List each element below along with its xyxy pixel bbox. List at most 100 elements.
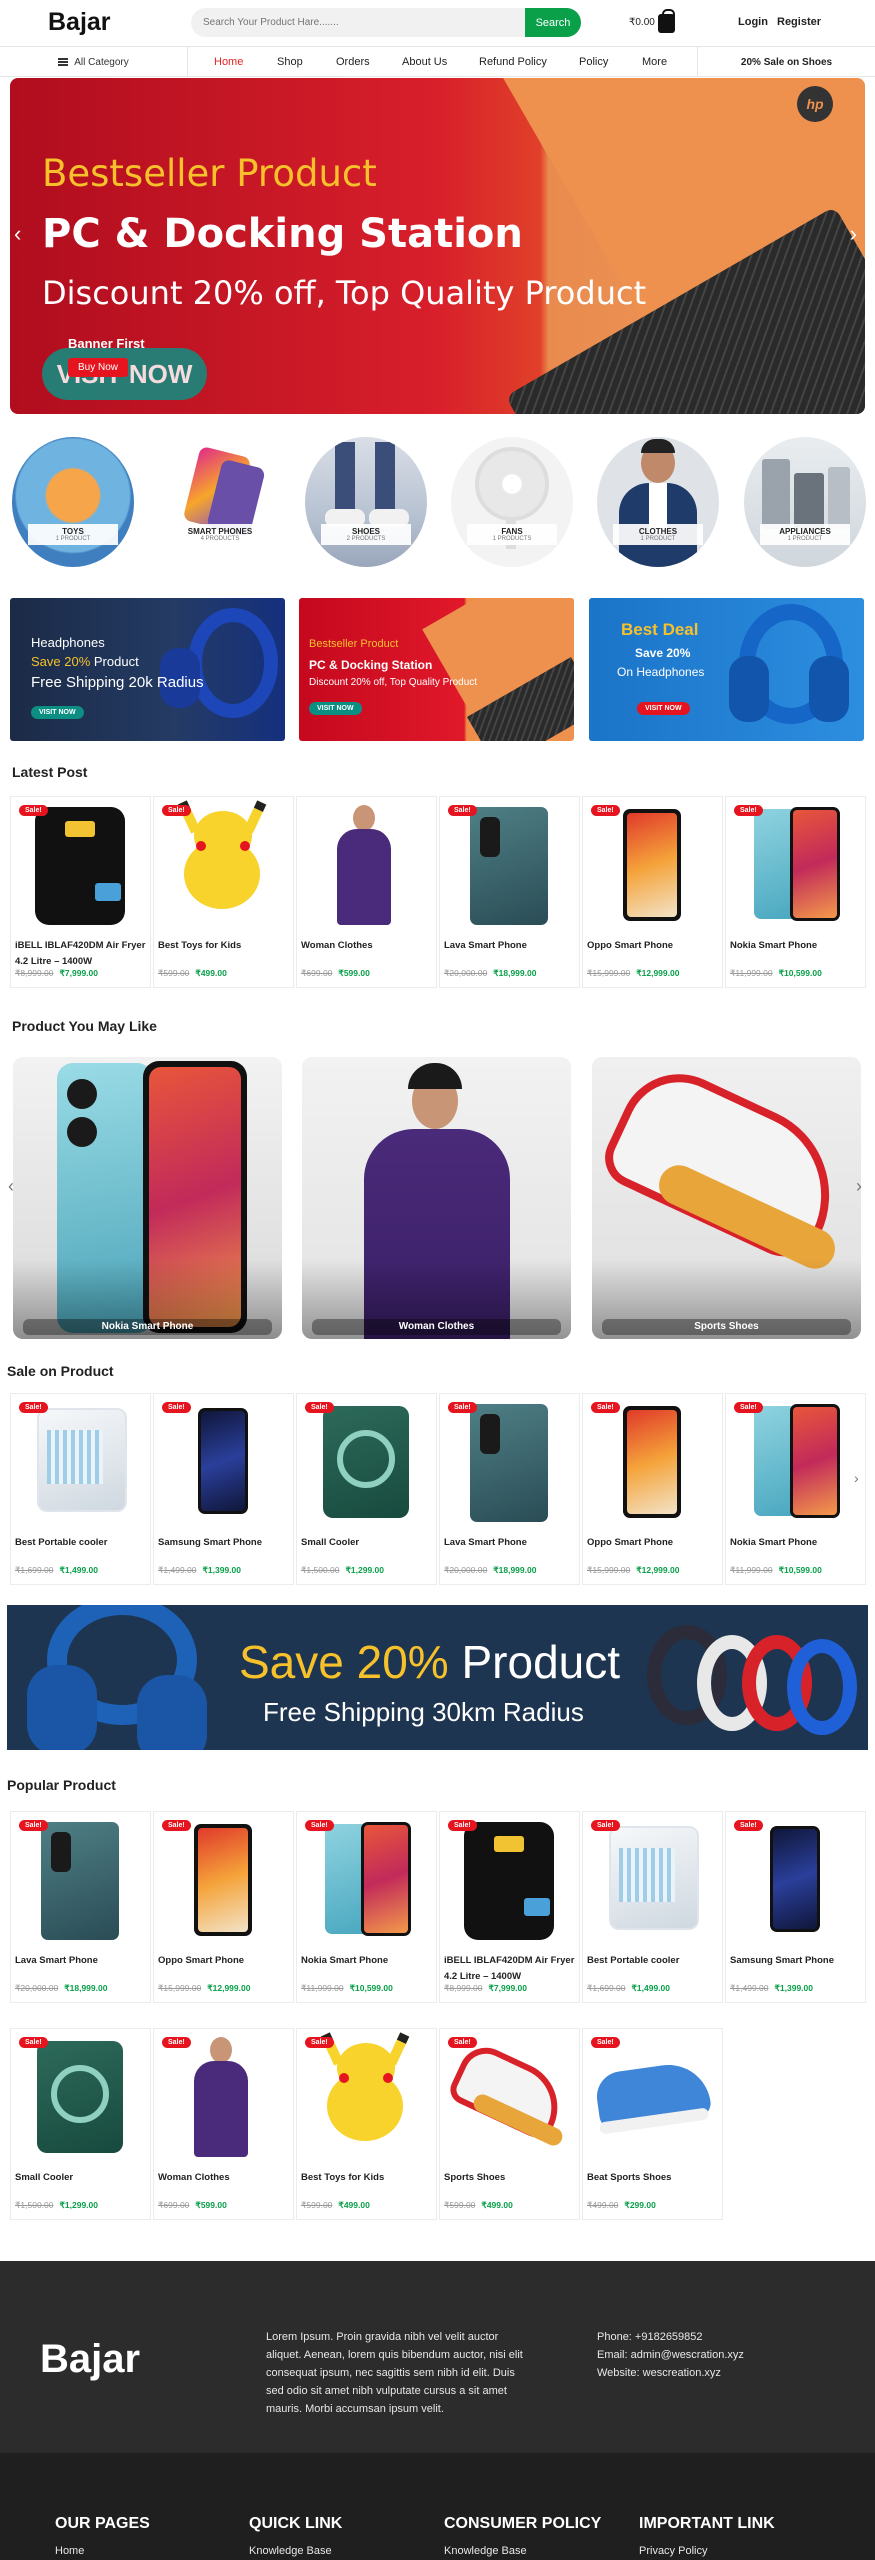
sale-badge: Sale! xyxy=(162,2037,191,2048)
search-input[interactable] xyxy=(191,8,511,37)
product-card[interactable]: Sale! Nokia Smart Phone ₹11,999.00 ₹10,59… xyxy=(725,1393,866,1585)
product-name[interactable]: Samsung Smart Phone xyxy=(726,1947,865,1983)
product-price: ₹1,699.00 ₹1,499.00 xyxy=(15,1565,98,1575)
chevron-right-icon[interactable]: › xyxy=(850,221,857,247)
product-card[interactable]: Sale! Lava Smart Phone ₹20,000.00 ₹18,999… xyxy=(10,1811,151,2003)
product-name[interactable]: Lava Smart Phone xyxy=(11,1947,150,1983)
sale-badge: Sale! xyxy=(591,1402,620,1413)
footer-link-knowledge-base[interactable]: Knowledge Base xyxy=(444,2545,527,2557)
promo3-visit-button[interactable]: VISIT NOW xyxy=(637,702,690,715)
category-label: CLOTHES 1 PRODUCT xyxy=(613,524,703,545)
nav-orders[interactable]: Orders xyxy=(336,56,370,68)
nav-refund-policy[interactable]: Refund Policy xyxy=(479,56,547,68)
product-name[interactable]: Woman Clothes xyxy=(154,2164,293,2200)
footer-link-knowledge-base[interactable]: Knowledge Base xyxy=(249,2545,332,2557)
product-card[interactable]: Sale! Samsung Smart Phone ₹1,499.00 ₹1,39… xyxy=(153,1393,294,1585)
footer-logo[interactable]: Bajar xyxy=(40,2337,140,2382)
like-card-woman-clothes[interactable]: Woman Clothes xyxy=(302,1057,571,1339)
product-card[interactable]: Sale! Nokia Smart Phone ₹11,999.00 ₹10,59… xyxy=(725,796,866,988)
product-card[interactable]: Sale! Oppo Smart Phone ₹15,999.00 ₹12,999… xyxy=(582,1393,723,1585)
product-name[interactable]: iBELL IBLAF420DM Air Fryer 4.2 Litre – 1… xyxy=(440,1947,579,1983)
product-card[interactable]: Woman Clothes ₹699.00 ₹599.00 xyxy=(296,796,437,988)
product-card[interactable]: Sale! Best Portable cooler ₹1,699.00 ₹1,4… xyxy=(582,1811,723,2003)
product-card[interactable]: Sale! Samsung Smart Phone ₹1,499.00 ₹1,39… xyxy=(725,1811,866,2003)
product-card[interactable]: Sale! iBELL IBLAF420DM Air Fryer 4.2 Lit… xyxy=(10,796,151,988)
footer-website[interactable]: Website: wescreation.xyz xyxy=(597,2367,721,2379)
product-card[interactable]: Sale! Best Toys for Kids ₹599.00 ₹499.00 xyxy=(153,796,294,988)
like-card-nokia[interactable]: Nokia Smart Phone xyxy=(13,1057,282,1339)
product-card[interactable]: Sale! Oppo Smart Phone ₹15,999.00 ₹12,999… xyxy=(582,796,723,988)
sale-badge: Sale! xyxy=(162,1820,191,1831)
product-name[interactable]: Lava Smart Phone xyxy=(440,1529,579,1565)
product-card[interactable]: Sale! Best Portable cooler ₹1,699.00 ₹1,4… xyxy=(10,1393,151,1585)
all-category-menu[interactable]: All Category xyxy=(0,47,188,77)
product-name[interactable]: Nokia Smart Phone xyxy=(726,932,865,968)
promo-banner-headphones[interactable]: Headphones Save 20% Product Free Shippin… xyxy=(10,598,285,741)
product-name[interactable]: Oppo Smart Phone xyxy=(154,1947,293,1983)
category-smart-phones[interactable]: SMART PHONES 4 PRODUCTS xyxy=(159,437,281,567)
product-card[interactable]: Sale! Nokia Smart Phone ₹11,999.00 ₹10,59… xyxy=(296,1811,437,2003)
product-name[interactable]: Nokia Smart Phone xyxy=(297,1947,436,1983)
product-card[interactable]: Sale! Sports Shoes ₹599.00 ₹499.00 xyxy=(439,2028,580,2220)
product-card[interactable]: Sale! Small Cooler ₹1,500.00 ₹1,299.00 xyxy=(10,2028,151,2220)
product-name[interactable]: Oppo Smart Phone xyxy=(583,1529,722,1565)
like-caption: Sports Shoes xyxy=(602,1319,851,1335)
product-card[interactable]: Sale! Best Toys for Kids ₹599.00 ₹499.00 xyxy=(296,2028,437,2220)
promo-banner-pc[interactable]: Bestseller Product PC & Docking Station … xyxy=(299,598,574,741)
sale-shoes-link[interactable]: 20% Sale on Shoes xyxy=(697,47,875,77)
product-name[interactable]: Small Cooler xyxy=(297,1529,436,1565)
category-fans[interactable]: FANS 1 PRODUCTS xyxy=(451,437,573,567)
product-card[interactable]: Sale! Woman Clothes ₹699.00 ₹599.00 xyxy=(153,2028,294,2220)
buy-now-button[interactable]: Buy Now xyxy=(68,358,129,377)
promo2-visit-button[interactable]: VISIT NOW xyxy=(309,702,362,715)
product-card[interactable]: Sale! iBELL IBLAF420DM Air Fryer 4.2 Lit… xyxy=(439,1811,580,2003)
product-card[interactable]: Sale! Beat Sports Shoes ₹499.00 ₹299.00 xyxy=(582,2028,723,2220)
footer-email[interactable]: Email: admin@wescration.xyz xyxy=(597,2349,744,2361)
nav-policy[interactable]: Policy xyxy=(579,56,608,68)
nav-home[interactable]: Home xyxy=(214,56,243,68)
category-label: FANS 1 PRODUCTS xyxy=(467,524,557,545)
product-card[interactable]: Sale! Oppo Smart Phone ₹15,999.00 ₹12,999… xyxy=(153,1811,294,2003)
product-name[interactable]: Best Toys for Kids xyxy=(154,932,293,968)
promo1-visit-button[interactable]: VISIT NOW xyxy=(31,706,84,719)
category-toys[interactable]: TOYS 1 PRODUCT xyxy=(12,437,134,567)
product-name[interactable]: iBELL IBLAF420DM Air Fryer 4.2 Litre – 1… xyxy=(11,932,150,968)
shopping-bag-icon[interactable] xyxy=(658,9,675,33)
product-image: Sale! xyxy=(11,2029,150,2164)
shipping-banner[interactable]: Save 20% Product Free Shipping 30km Radi… xyxy=(7,1605,868,1750)
product-name[interactable]: Woman Clothes xyxy=(297,932,436,968)
search-button[interactable]: Search xyxy=(525,8,581,37)
like-card-sports-shoes[interactable]: Sports Shoes xyxy=(592,1057,861,1339)
hero-slider[interactable]: hp Bestseller Product PC & Docking Stati… xyxy=(10,78,865,414)
login-link[interactable]: Login xyxy=(738,16,768,28)
like-caption: Nokia Smart Phone xyxy=(23,1319,272,1335)
footer-link-privacy-policy[interactable]: Privacy Policy xyxy=(639,2545,707,2557)
product-name[interactable]: Best Portable cooler xyxy=(583,1947,722,1983)
product-name[interactable]: Best Toys for Kids xyxy=(297,2164,436,2200)
product-name[interactable]: Small Cooler xyxy=(11,2164,150,2200)
footer-link-home[interactable]: Home xyxy=(55,2545,84,2557)
register-link[interactable]: Register xyxy=(777,16,821,28)
nav-about-us[interactable]: About Us xyxy=(402,56,447,68)
promo-banner-best-deal[interactable]: Best Deal Save 20% On Headphones VISIT N… xyxy=(589,598,864,741)
category-shoes[interactable]: SHOES 2 PRODUCTS xyxy=(305,437,427,567)
product-name[interactable]: Nokia Smart Phone xyxy=(726,1529,865,1565)
product-card[interactable]: Sale! Small Cooler ₹1,500.00 ₹1,299.00 xyxy=(296,1393,437,1585)
product-card[interactable]: Sale! Lava Smart Phone ₹20,000.00 ₹18,999… xyxy=(439,796,580,988)
product-name[interactable]: Samsung Smart Phone xyxy=(154,1529,293,1565)
clothes-image xyxy=(597,437,719,567)
chevron-left-icon[interactable]: ‹ xyxy=(14,221,21,247)
product-name[interactable]: Beat Sports Shoes xyxy=(583,2164,722,2200)
product-name[interactable]: Oppo Smart Phone xyxy=(583,932,722,968)
nav-shop[interactable]: Shop xyxy=(277,56,303,68)
chevron-right-icon[interactable]: › xyxy=(856,1176,862,1197)
product-name[interactable]: Best Portable cooler xyxy=(11,1529,150,1565)
site-logo[interactable]: Bajar xyxy=(48,8,111,37)
chevron-right-icon[interactable]: › xyxy=(854,1470,859,1486)
product-name[interactable]: Lava Smart Phone xyxy=(440,932,579,968)
product-name[interactable]: Sports Shoes xyxy=(440,2164,579,2200)
product-card[interactable]: Sale! Lava Smart Phone ₹20,000.00 ₹18,999… xyxy=(439,1393,580,1585)
nav-more[interactable]: More xyxy=(642,56,667,68)
category-clothes[interactable]: CLOTHES 1 PRODUCT xyxy=(597,437,719,567)
category-appliances[interactable]: APPLIANCES 1 PRODUCT xyxy=(744,437,866,567)
